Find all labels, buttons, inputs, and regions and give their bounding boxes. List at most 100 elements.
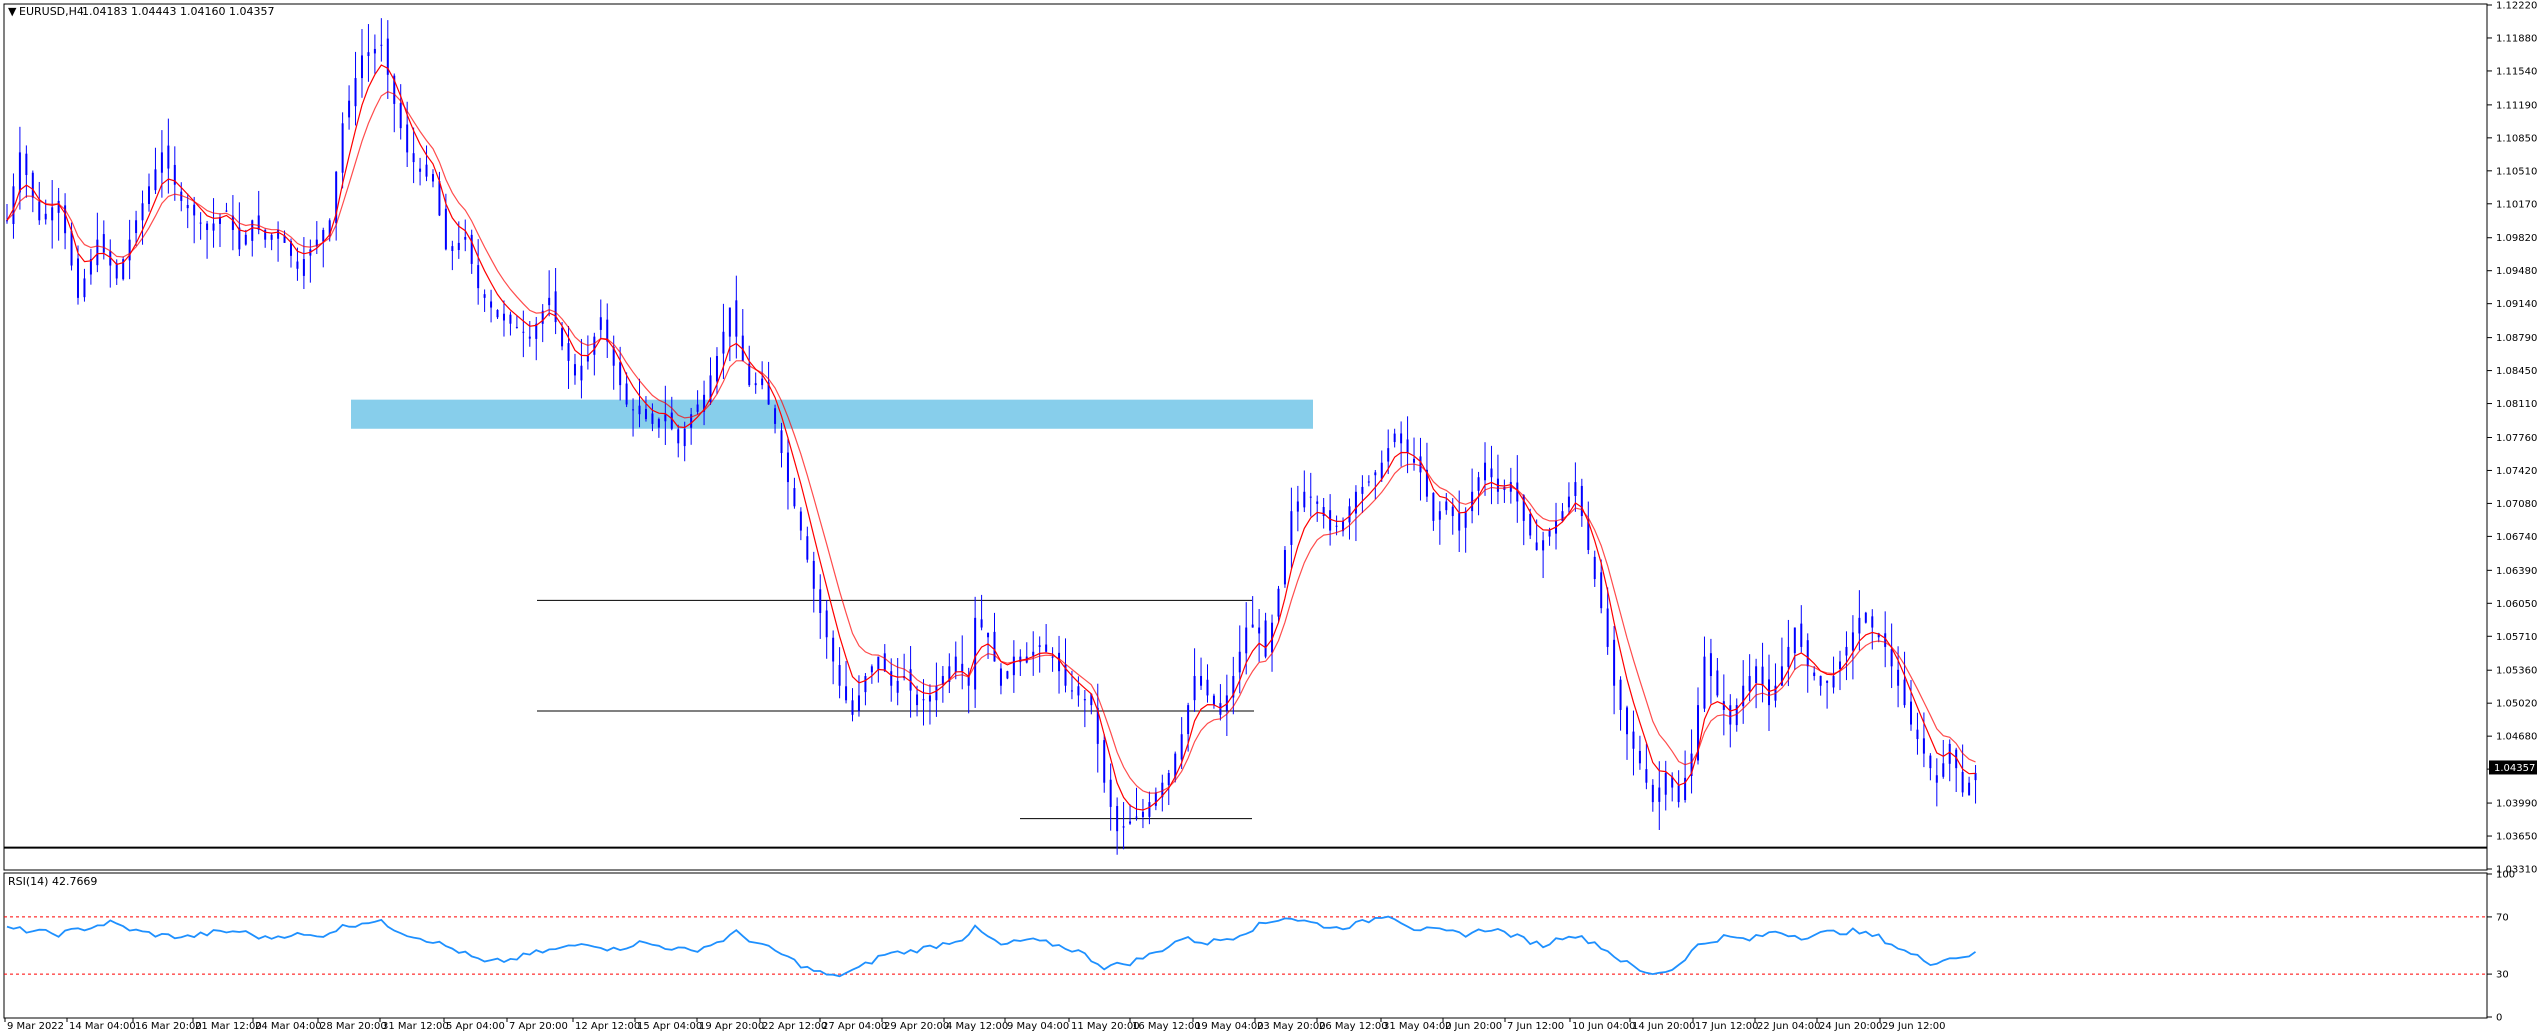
candle-body	[786, 452, 789, 483]
time-tick-label: 24 Jun 20:00	[1819, 1021, 1883, 1031]
candle-body	[1942, 763, 1945, 777]
candle-body	[51, 207, 54, 221]
rsi-tick-label: 30	[2496, 970, 2509, 981]
candle-body	[715, 356, 718, 382]
candle-body	[1948, 743, 1951, 764]
candle-body	[916, 694, 919, 706]
price-tick-label: 1.06390	[2496, 566, 2537, 577]
candle-body	[115, 263, 118, 279]
candle-body	[193, 204, 196, 216]
candle-body	[1755, 666, 1758, 684]
price-tick-label: 1.12220	[2496, 1, 2537, 12]
candle-body	[1903, 679, 1906, 706]
candle-body	[147, 186, 150, 205]
candle-body	[1296, 501, 1299, 512]
candle-body	[483, 294, 486, 298]
candle-body	[599, 317, 602, 330]
candle-body	[457, 242, 460, 251]
support-resistance-zone[interactable]	[351, 399, 1313, 429]
candle-body	[373, 48, 376, 54]
candle-body	[1251, 624, 1254, 628]
candle-body	[257, 215, 260, 230]
price-tick-label: 1.06740	[2496, 532, 2537, 543]
candle-body	[1438, 511, 1441, 520]
candle-body	[1219, 703, 1222, 715]
candle-body	[1761, 666, 1764, 686]
candle-body	[1006, 671, 1009, 679]
candle-body	[1361, 486, 1364, 494]
candle-body	[31, 172, 34, 198]
rsi-tick-label: 70	[2496, 912, 2509, 923]
price-tick-label: 1.09820	[2496, 233, 2537, 244]
candle-body	[1787, 646, 1790, 667]
candle-body	[1484, 462, 1487, 481]
time-tick-label: 19 May 04:00	[1195, 1021, 1264, 1031]
candle-body	[1413, 458, 1416, 463]
candle-body	[728, 307, 731, 337]
candle-body	[1290, 511, 1293, 545]
candle-body	[1677, 785, 1680, 803]
candle-body	[935, 685, 938, 701]
time-tick-label: 9 May 04:00	[1007, 1021, 1069, 1031]
candle-body	[1871, 616, 1874, 628]
candle-body	[586, 356, 589, 362]
candle-body	[1400, 433, 1403, 444]
candle-body	[154, 169, 157, 191]
time-tick-label: 16 May 12:00	[1132, 1021, 1201, 1031]
rsi-tick-label: 0	[2496, 1013, 2502, 1024]
candle-body	[83, 278, 86, 298]
candle-body	[1200, 676, 1203, 686]
candle-body	[412, 153, 415, 163]
candle-body	[580, 365, 583, 381]
price-tick-label: 1.09140	[2496, 299, 2537, 310]
candle-body	[1070, 690, 1073, 692]
candle-body	[522, 331, 525, 333]
time-tick-label: 11 May 20:00	[1071, 1021, 1140, 1031]
candle-body	[1393, 433, 1396, 443]
candle-body	[638, 405, 641, 415]
candle-body	[1135, 816, 1138, 818]
candle-body	[664, 414, 667, 422]
candle-body	[12, 186, 15, 224]
candle-body	[1664, 773, 1667, 795]
candle-body	[296, 261, 299, 269]
candle-body	[870, 666, 873, 673]
candle-body	[1606, 608, 1609, 647]
chart-canvas[interactable]: 1.12220 1.11880 1.11540 1.11190 1.10850 1.105…	[0, 0, 2541, 1031]
candle-body	[1826, 680, 1829, 683]
candle-body	[1077, 686, 1080, 696]
candle-body	[806, 536, 809, 560]
candle-body	[1387, 448, 1390, 462]
candle-body	[993, 631, 996, 662]
price-tick-label: 1.06050	[2496, 599, 2537, 610]
candle-body	[1103, 740, 1106, 783]
candle-body	[76, 258, 79, 298]
candle-body	[477, 265, 480, 289]
candle-body	[509, 314, 512, 324]
time-tick-label: 23 May 20:00	[1257, 1021, 1326, 1031]
candle-body	[1122, 826, 1125, 828]
time-tick-label: 9 Mar 2022	[7, 1021, 64, 1031]
candle-body	[1258, 627, 1261, 634]
candle-body	[980, 619, 983, 628]
candle-body	[302, 259, 305, 276]
candle-body	[528, 336, 531, 339]
candle-body	[425, 164, 428, 177]
chart-menu-icon[interactable]: ▼	[8, 5, 17, 18]
candle-body	[1613, 639, 1616, 686]
candle-body	[496, 310, 499, 318]
price-tick-label: 1.10850	[2496, 133, 2537, 144]
candle-body	[1083, 699, 1086, 701]
candle-body	[1638, 750, 1641, 764]
candle-body	[1703, 656, 1706, 709]
candle-body	[670, 412, 673, 429]
symbol-label: EURUSD,H4	[19, 5, 84, 18]
candle-body	[896, 680, 899, 693]
candle-body	[1845, 646, 1848, 656]
candle-body	[735, 300, 738, 337]
candle-body	[1929, 755, 1932, 769]
candle-body	[1464, 511, 1467, 528]
current-price-label: 1.04357	[2494, 763, 2535, 774]
time-tick-label: 14 Mar 04:00	[69, 1021, 136, 1031]
candle-body	[1141, 811, 1144, 818]
